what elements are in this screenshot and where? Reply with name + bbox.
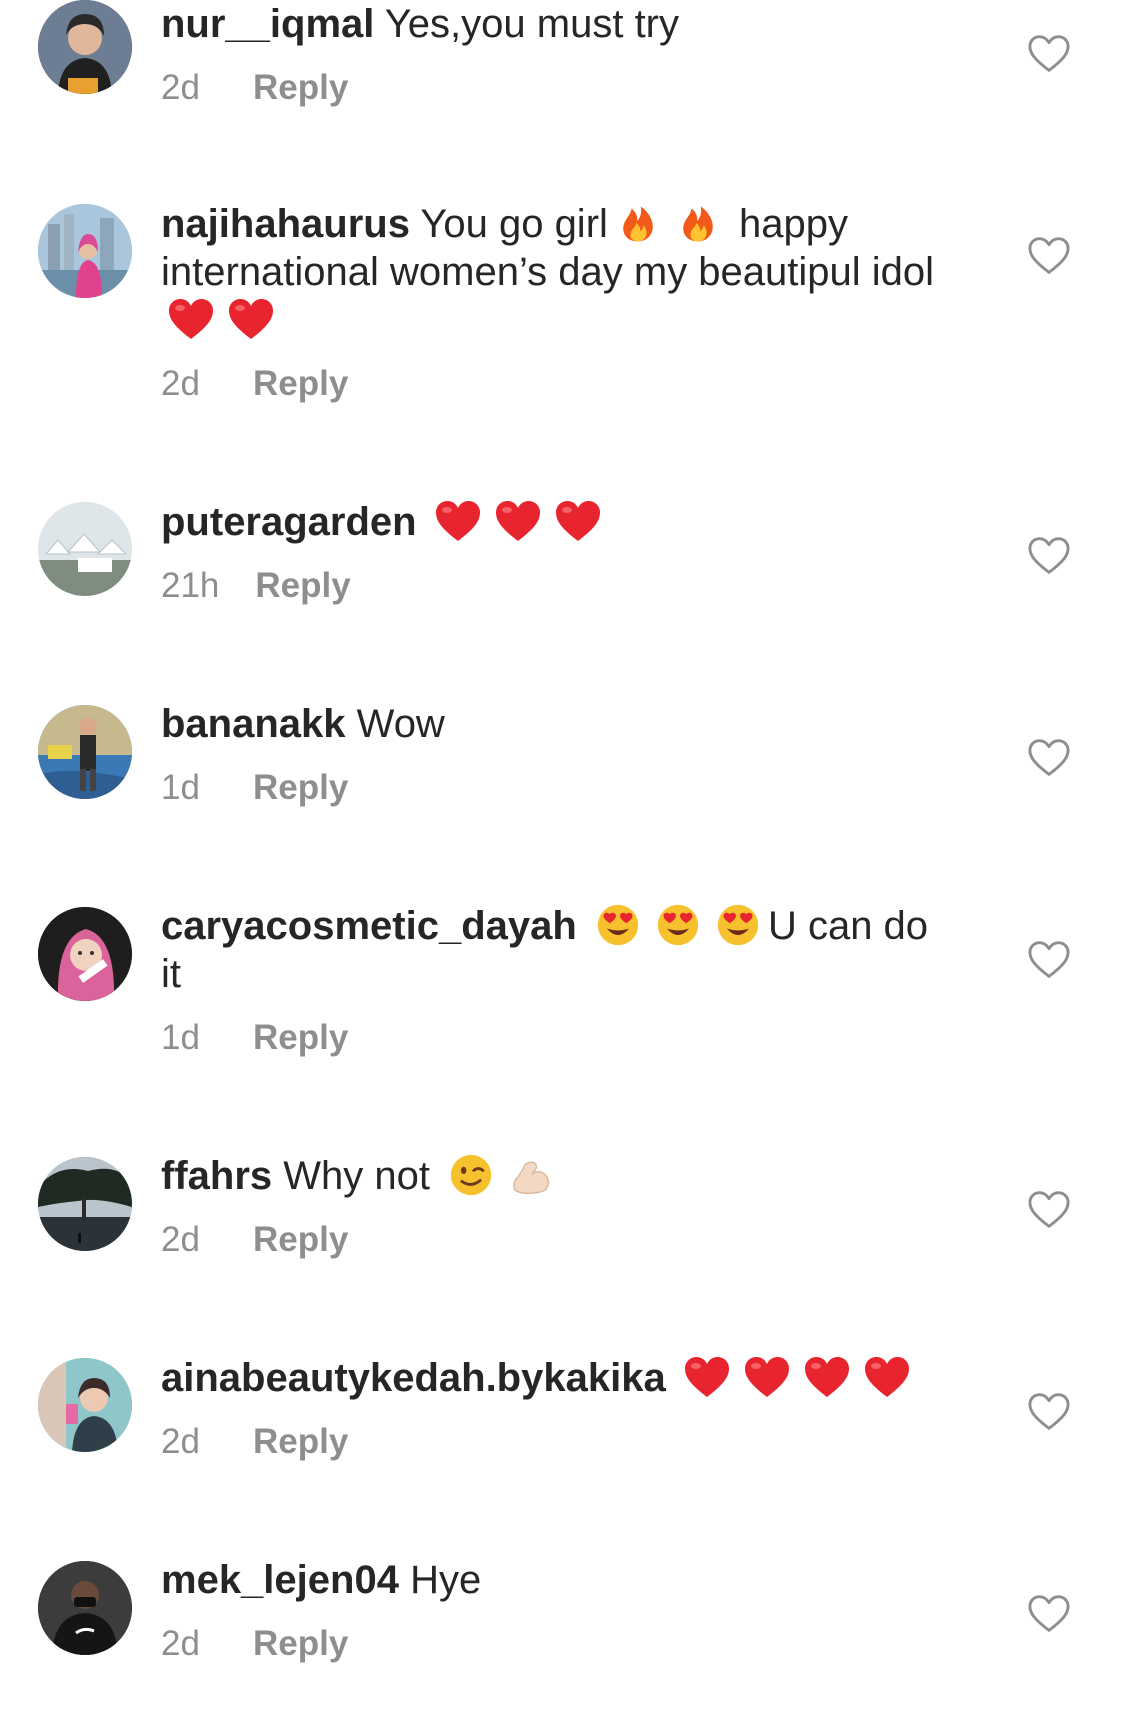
comment-body: puteragarden 21h Reply [161,498,951,608]
heart-emoji [494,499,542,543]
avatar[interactable] [38,204,132,298]
heart-eyes-emoji [654,903,702,947]
comment-text: mek_lejen04 Hye [161,1556,951,1604]
comment-username[interactable]: puteragarden [161,500,417,544]
comment-username[interactable]: najihahaurus [161,202,410,246]
reply-button[interactable]: Reply [253,1420,348,1464]
flexed-bicep-emoji [507,1153,555,1197]
comment-time: 21h [161,566,220,605]
comment-text: ffahrs Why not [161,1152,951,1200]
reply-button[interactable]: Reply [253,766,348,810]
reply-button[interactable]: Reply [253,66,348,110]
heart-emoji [743,1355,791,1399]
comment-meta: 2d Reply [161,66,951,110]
comment-time: 2d [161,364,200,403]
reply-button[interactable]: Reply [255,564,350,608]
comment-time: 2d [161,1422,200,1461]
reply-button[interactable]: Reply [253,1218,348,1262]
heart-emoji [863,1355,911,1399]
avatar[interactable] [38,705,132,799]
comment-username[interactable]: caryacosmetic_dayah [161,904,577,948]
like-heart-icon[interactable] [1027,536,1071,576]
reply-button[interactable]: Reply [253,1622,348,1666]
like-heart-icon[interactable] [1027,1392,1071,1432]
comment-body: caryacosmetic_dayah U can do it 1d Reply [161,902,951,1060]
comment-meta: 2d Reply [161,1420,951,1464]
comment-message: You go girl [420,202,608,246]
like-heart-icon[interactable] [1027,1190,1071,1230]
avatar[interactable] [38,1358,132,1452]
comment-text: bananakk Wow [161,700,951,748]
comment-body: nur__iqmal Yes,you must try 2d Reply [161,0,951,110]
comment-username[interactable]: nur__iqmal [161,2,374,46]
comment-meta: 21h Reply [161,564,951,608]
heart-emoji [683,1355,731,1399]
wink-emoji [447,1153,495,1197]
reply-button[interactable]: Reply [253,362,348,406]
heart-eyes-emoji [594,903,642,947]
comment-meta: 1d Reply [161,766,951,810]
comment-time: 2d [161,1220,200,1259]
comment-text: nur__iqmal Yes,you must try [161,0,951,48]
like-heart-icon[interactable] [1027,738,1071,778]
comment-message: Hye [410,1558,482,1602]
heart-emoji [803,1355,851,1399]
comment-meta: 2d Reply [161,1622,951,1666]
like-heart-icon[interactable] [1027,236,1071,276]
avatar[interactable] [38,1157,132,1251]
avatar[interactable] [38,0,132,94]
avatar[interactable] [38,502,132,596]
comment-text: najihahaurus You go girl happy internati… [161,200,951,344]
comment-body: najihahaurus You go girl happy internati… [161,200,951,406]
comment-text: puteragarden [161,498,951,546]
comment-message: Wow [356,702,445,746]
comment-username[interactable]: mek_lejen04 [161,1558,399,1602]
like-heart-icon[interactable] [1027,1594,1071,1634]
avatar[interactable] [38,907,132,1001]
comment-body: ffahrs Why not 2d Reply [161,1152,951,1262]
comment-time: 1d [161,768,200,807]
comment-body: bananakk Wow 1d Reply [161,700,951,810]
comment-text: caryacosmetic_dayah U can do it [161,902,951,998]
heart-emoji [434,499,482,543]
heart-emoji [227,297,275,341]
like-heart-icon[interactable] [1027,34,1071,74]
fire-emoji [674,201,722,245]
avatar[interactable] [38,1561,132,1655]
comment-meta: 1d Reply [161,1016,951,1060]
comment-time: 2d [161,68,200,107]
heart-eyes-emoji [714,903,762,947]
reply-button[interactable]: Reply [253,1016,348,1060]
comment-username[interactable]: ffahrs [161,1154,272,1198]
comment-text: ainabeautykedah.bykakika [161,1354,951,1402]
like-heart-icon[interactable] [1027,940,1071,980]
comment-body: mek_lejen04 Hye 2d Reply [161,1556,951,1666]
comment-meta: 2d Reply [161,362,951,406]
comment-time: 1d [161,1018,200,1057]
comment-meta: 2d Reply [161,1218,951,1262]
heart-emoji [167,297,215,341]
comment-body: ainabeautykedah.bykakika 2d Reply [161,1354,951,1464]
fire-emoji [614,201,662,245]
comment-message: Why not [283,1154,430,1198]
comment-message: Yes,you must try [384,2,679,46]
comment-username[interactable]: ainabeautykedah.bykakika [161,1356,666,1400]
comment-time: 2d [161,1624,200,1663]
comment-username[interactable]: bananakk [161,702,346,746]
heart-emoji [554,499,602,543]
